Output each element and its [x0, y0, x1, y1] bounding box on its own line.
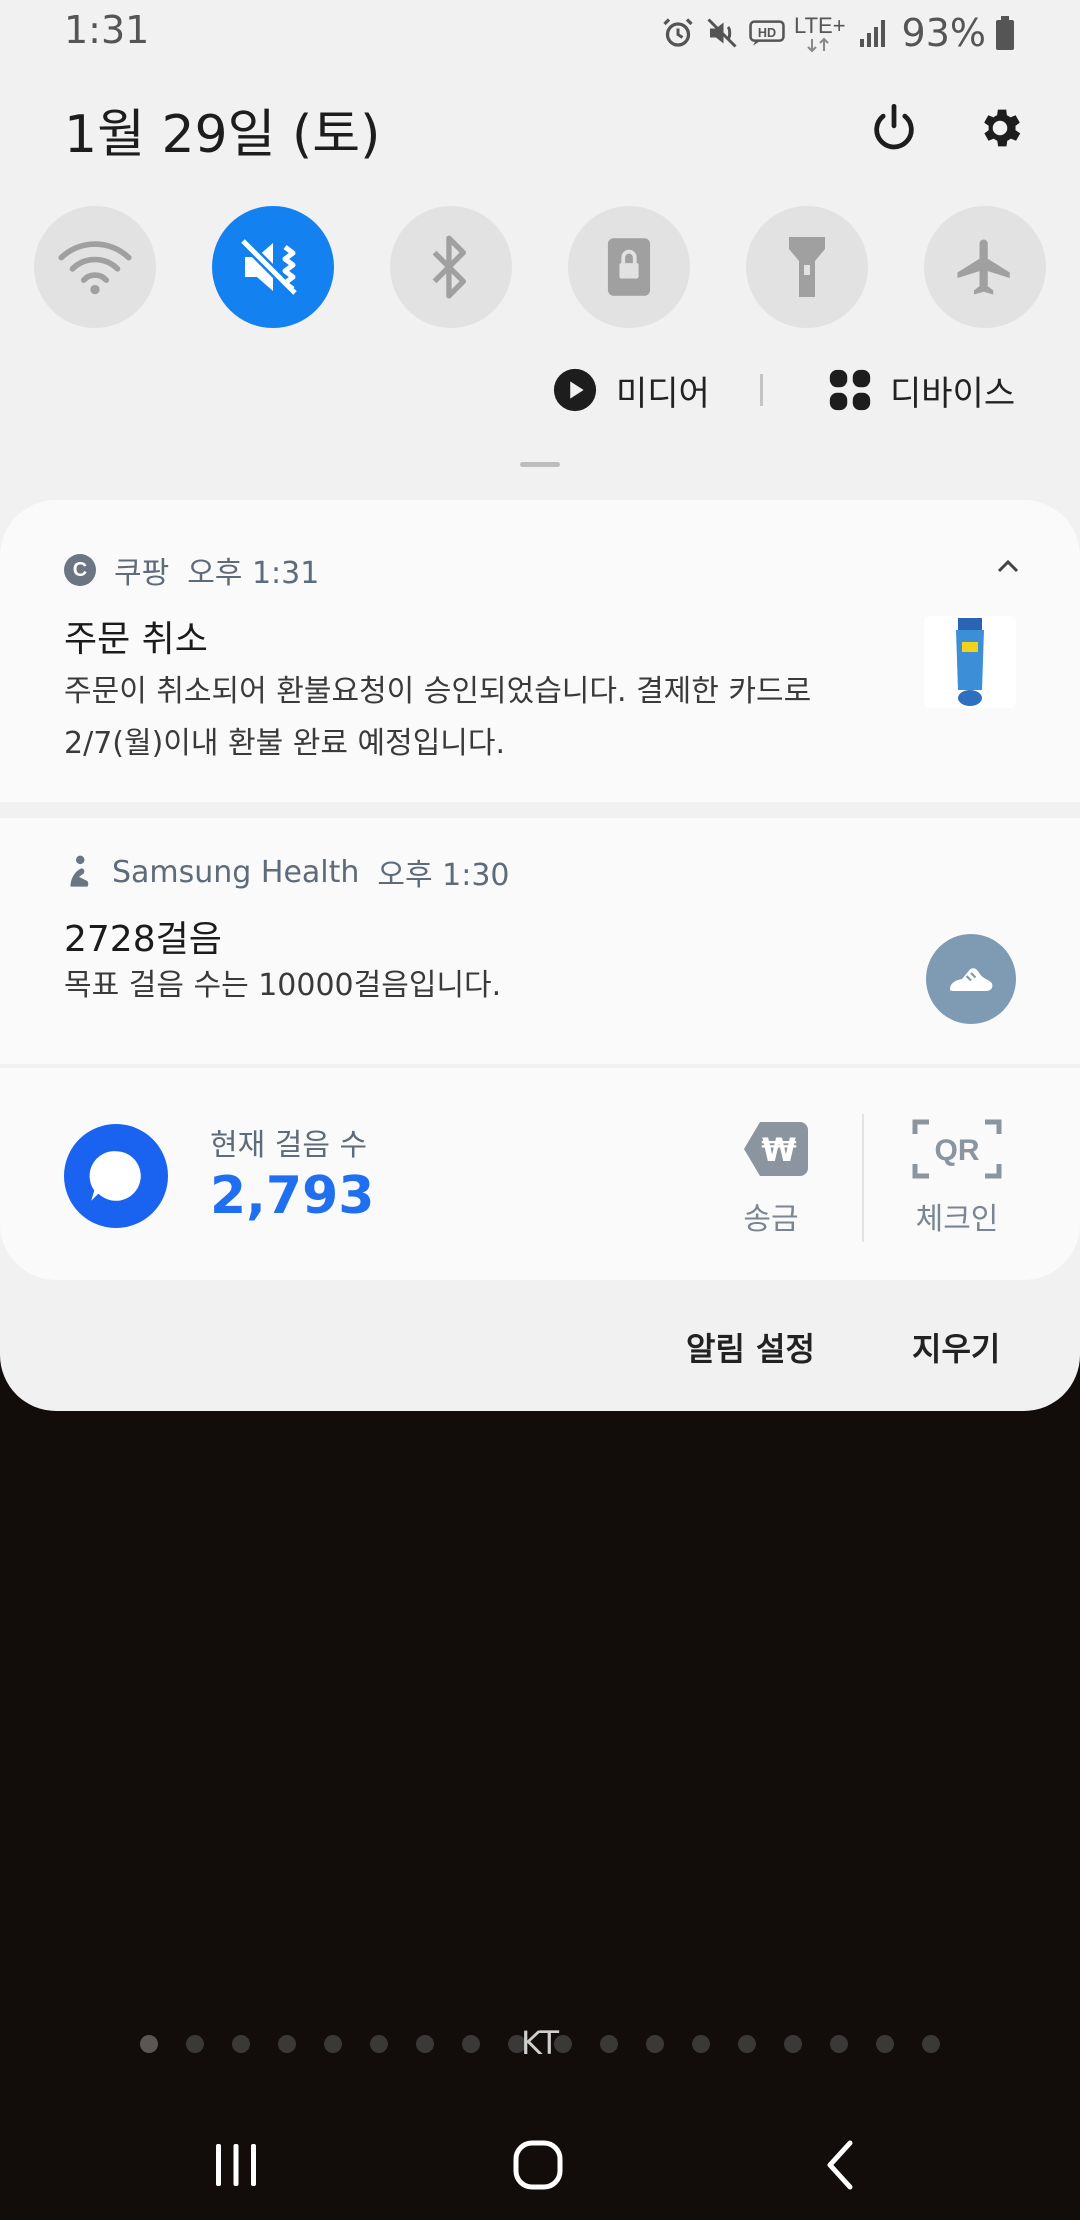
media-label: 미디어: [616, 373, 710, 414]
power-icon: [874, 103, 914, 150]
shoe-icon: [950, 968, 993, 991]
notification-panel: 1:31 HD LTE+ 93% 1월 29일 (토) 미디어 디바이스 C 쿠…: [0, 0, 1080, 1411]
send-money-label: 송금: [743, 1202, 799, 1237]
notification-app-name: Samsung Health: [112, 854, 360, 890]
notification-samsung-health[interactable]: Samsung Health 오후 1:30 2728걸음 목표 걸음 수는 1…: [0, 818, 1080, 1064]
back-icon: [827, 2140, 853, 2190]
product-image: [956, 618, 984, 706]
navigation-bar: [0, 2110, 1080, 2220]
lte-icon: LTE+: [794, 9, 850, 57]
date-label[interactable]: 1월 29일 (토): [64, 92, 380, 167]
media-button[interactable]: 미디어: [552, 360, 710, 420]
product-thumbnail: [924, 616, 1016, 708]
status-bar: 1:31 HD LTE+ 93%: [0, 0, 1080, 66]
lte-text: LTE+: [794, 13, 846, 38]
signal-icon: [858, 9, 888, 57]
notification-header: C 쿠팡 오후 1:31: [64, 548, 319, 592]
toggle-sound[interactable]: [212, 206, 334, 328]
notification-header: Samsung Health 오후 1:30: [64, 850, 510, 894]
media-devices-divider: [760, 374, 763, 406]
notification-body: 주문이 취소되어 환불요청이 승인되었습니다. 결제한 카드로 2/7(월)이내…: [64, 674, 812, 761]
chat-bubble-icon: [89, 1151, 141, 1201]
qr-text: QR: [935, 1134, 980, 1167]
hd-voice-icon: HD: [748, 9, 786, 57]
home-icon: [513, 2140, 563, 2190]
qr-code-icon: QR: [912, 1119, 1002, 1179]
steps-widget: 현재 걸음 수 2,793 ₩ 송금 QR 체크인: [0, 1068, 1080, 1280]
won-tag-icon: ₩: [744, 1122, 808, 1176]
toggle-airplane[interactable]: [924, 206, 1046, 328]
status-time: 1:31: [64, 8, 150, 52]
battery-percent: 93%: [901, 11, 986, 55]
back-button[interactable]: [800, 2130, 880, 2200]
flashlight-icon: [789, 237, 825, 297]
power-button[interactable]: [864, 98, 924, 158]
notification-time: 오후 1:30: [377, 858, 510, 893]
toggle-flashlight[interactable]: [746, 206, 868, 328]
devices-icon: [829, 369, 871, 411]
clear-all-button[interactable]: 지우기: [912, 1324, 1000, 1370]
wifi-icon: [58, 241, 132, 295]
mute-icon: [239, 237, 299, 297]
play-icon: [553, 368, 597, 412]
mute-icon: [704, 9, 740, 57]
carrier-label: KT: [520, 2024, 560, 2062]
notification-app-name: 쿠팡: [114, 556, 170, 591]
notification-body: 목표 걸음 수는 10000걸음입니다.: [64, 968, 502, 1003]
status-icons: HD LTE+ 93%: [660, 6, 1016, 60]
devices-button[interactable]: 디바이스: [828, 360, 1015, 420]
notification-title: 주문 취소: [64, 619, 208, 660]
recents-icon: [216, 2144, 256, 2186]
notification-time: 오후 1:31: [187, 556, 320, 591]
toggle-wifi[interactable]: [34, 206, 156, 328]
notification-settings-button[interactable]: 알림 설정: [686, 1324, 815, 1370]
collapse-button[interactable]: [990, 548, 1026, 584]
current-steps-label: 현재 걸음 수: [210, 1128, 368, 1163]
coupang-app-icon: C: [64, 554, 96, 586]
alarm-icon: [660, 9, 696, 57]
gear-icon: [984, 109, 1021, 147]
svg-text:HD: HD: [757, 26, 775, 40]
home-button[interactable]: [498, 2130, 578, 2200]
airplane-icon: [957, 239, 1010, 295]
walking-button[interactable]: [926, 934, 1016, 1024]
steps-app-logo[interactable]: [64, 1124, 168, 1228]
notification-title: 2728걸음: [64, 919, 222, 960]
chevron-up-icon: [997, 559, 1019, 573]
bluetooth-icon: [432, 235, 467, 299]
toggle-bluetooth[interactable]: [390, 206, 512, 328]
checkin-button[interactable]: QR 체크인: [902, 1118, 1012, 1238]
media-devices-row: 미디어 디바이스: [0, 360, 1080, 420]
panel-drag-handle[interactable]: [520, 462, 560, 467]
current-steps-value: 2,793: [210, 1166, 375, 1226]
devices-label: 디바이스: [890, 373, 1016, 414]
recents-button[interactable]: [196, 2130, 276, 2200]
samsung-health-icon: [70, 855, 89, 887]
notification-coupang[interactable]: C 쿠팡 오후 1:31 주문 취소 주문이 취소되어 환불요청이 승인되었습니…: [0, 500, 1080, 802]
toggle-rotation-lock[interactable]: [568, 206, 690, 328]
battery-icon: [994, 9, 1016, 57]
send-money-button[interactable]: ₩ 송금: [716, 1118, 826, 1238]
portrait-lock-icon: [607, 238, 651, 296]
widget-divider: [862, 1114, 864, 1242]
won-symbol: ₩: [761, 1131, 796, 1169]
checkin-label: 체크인: [915, 1202, 999, 1237]
settings-button[interactable]: [970, 98, 1030, 158]
quick-toggles: [34, 206, 1046, 328]
